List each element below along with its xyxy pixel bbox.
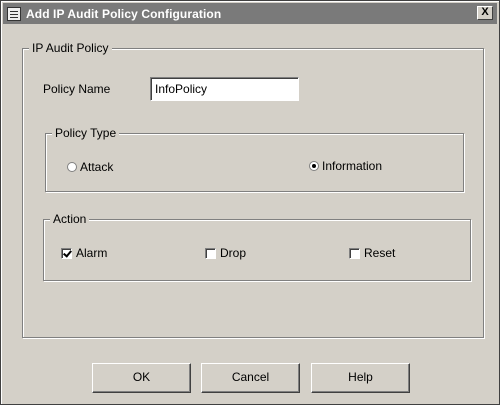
policy-type-attack-radio[interactable]: Attack [67,160,113,174]
drop-label: Drop [220,246,247,260]
checkbox-icon [349,247,360,259]
radio-selected-icon [309,161,319,171]
information-label: Information [322,159,383,173]
policy-type-legend: Policy Type [52,126,120,140]
action-legend: Action [50,212,90,226]
action-alarm-checkbox[interactable]: Alarm [61,246,107,260]
alarm-label: Alarm [76,246,108,260]
action-drop-checkbox[interactable]: Drop [205,246,246,260]
policy-type-information-radio[interactable]: Information [309,159,382,173]
ip-audit-policy-legend: IP Audit Policy [29,41,112,55]
ok-button[interactable]: OK [92,363,191,393]
dialog-icon [7,6,21,21]
checkbox-icon [205,247,216,259]
title-bar: Add IP Audit Policy Configuration X [3,3,497,24]
cancel-button[interactable]: Cancel [201,363,300,393]
reset-label: Reset [364,246,396,260]
help-button[interactable]: Help [311,363,410,393]
policy-name-label: Policy Name [43,82,111,96]
attack-label: Attack [80,160,114,174]
checkbox-checked-icon [61,247,72,259]
action-reset-checkbox[interactable]: Reset [349,246,395,260]
window-title: Add IP Audit Policy Configuration [26,6,222,21]
radio-icon [67,162,77,172]
close-button[interactable]: X [477,6,493,20]
policy-name-input[interactable] [150,77,299,101]
dialog-window: Add IP Audit Policy Configuration X IP A… [0,0,500,405]
